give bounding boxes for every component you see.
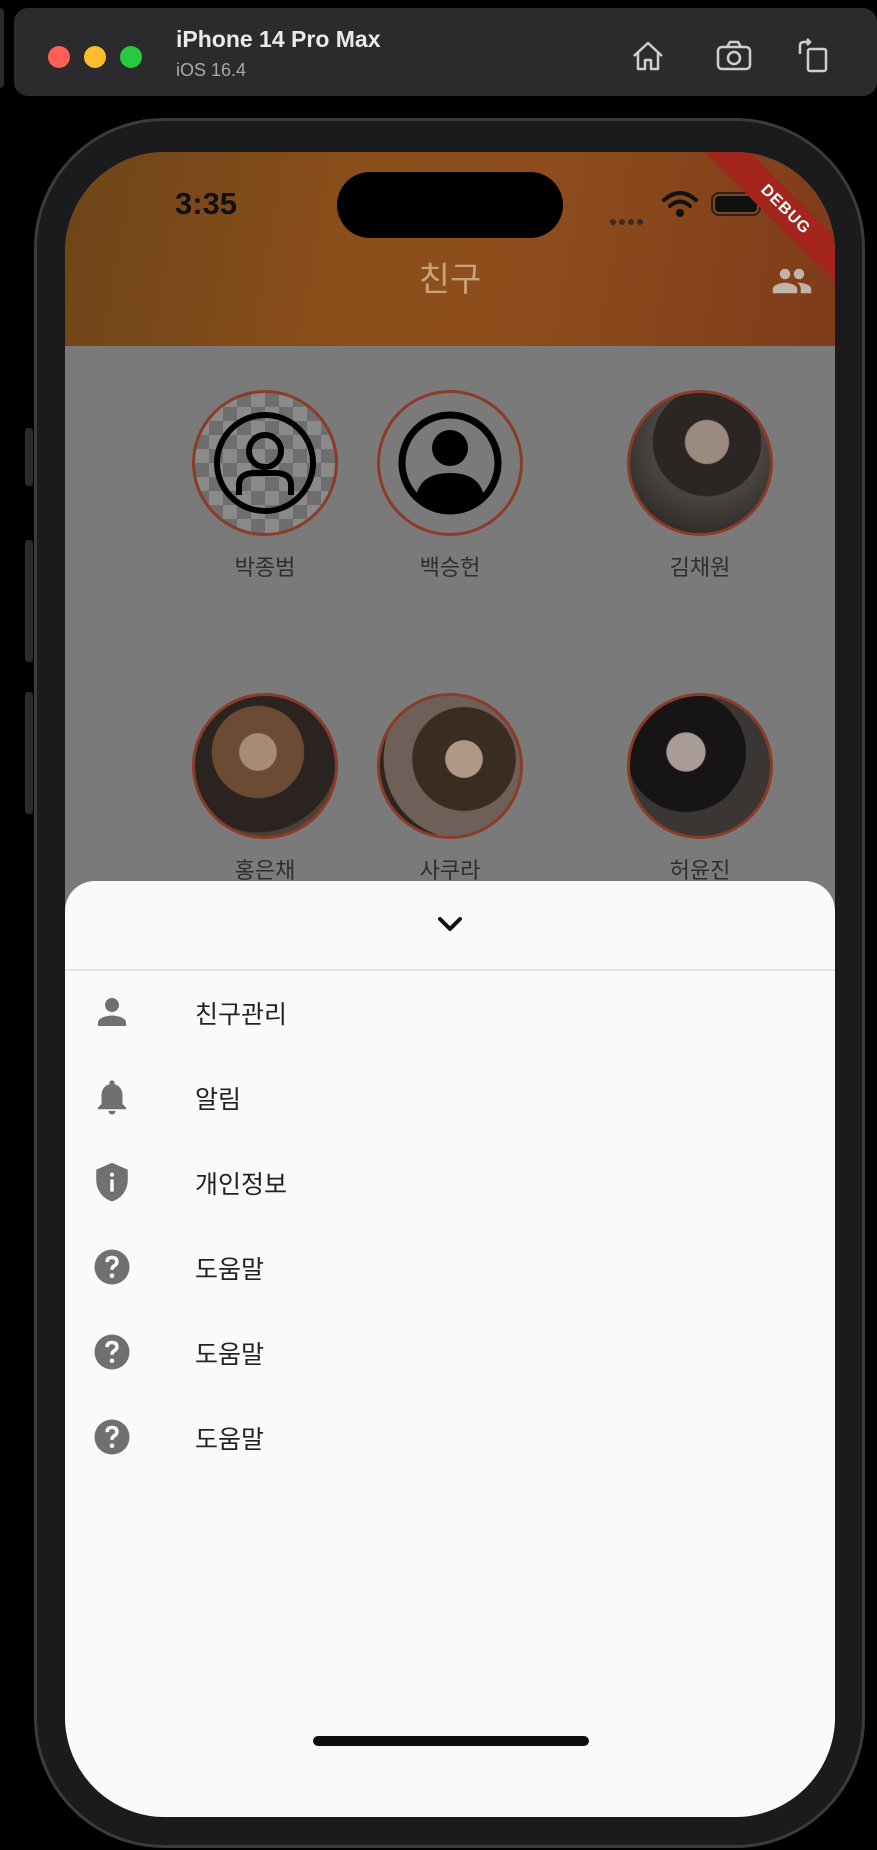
shield-info-icon: [96, 1162, 128, 1202]
person-filled-icon: [398, 411, 502, 515]
friend-item[interactable]: 김채원: [580, 390, 820, 582]
simulator-window-edge: [0, 8, 4, 88]
help-circle-icon: [94, 1249, 130, 1285]
person-outline-icon: [214, 412, 316, 514]
rotate-button[interactable]: [794, 36, 834, 76]
friend-item[interactable]: 허윤진: [580, 693, 820, 885]
avatar-photo: [192, 693, 338, 839]
os-version: iOS 16.4: [176, 60, 247, 80]
avatar-photo: [627, 390, 773, 536]
avatar-photo: [627, 693, 773, 839]
people-icon[interactable]: [771, 260, 813, 302]
status-time: 3:35: [175, 186, 238, 221]
menu-item-privacy[interactable]: 개인정보: [65, 1141, 835, 1221]
home-button[interactable]: [628, 36, 668, 76]
window-maximize-button[interactable]: [120, 46, 142, 68]
menu-item-label: 도움말: [195, 1340, 265, 1369]
help-circle-icon: [94, 1334, 130, 1370]
rotate-icon: [798, 38, 828, 73]
menu-item-label: 도움말: [195, 1425, 265, 1454]
bell-icon: [98, 1080, 126, 1115]
menu-item-label: 알림: [195, 1085, 242, 1114]
window-minimize-button[interactable]: [84, 46, 106, 68]
menu-item-notifications[interactable]: 알림: [65, 1056, 835, 1136]
person-icon: [98, 998, 126, 1026]
friend-name: 김채원: [669, 556, 731, 581]
menu-item-label: 도움말: [195, 1255, 265, 1284]
volume-down-button: [25, 692, 33, 814]
menu-item-help[interactable]: 도움말: [65, 1226, 835, 1306]
screenshot-button[interactable]: [714, 36, 754, 76]
dynamic-island: [337, 172, 563, 238]
cellular-signal-icon: [610, 210, 646, 229]
mute-switch: [25, 428, 33, 486]
friend-name: 백승헌: [419, 556, 481, 581]
avatar: [192, 390, 338, 536]
home-indicator[interactable]: [313, 1736, 589, 1746]
phone-screen: 3:35 DEBUG 친구 박종범 백승헌 김채원 홍은채 사쿠라 허윤진 친구…: [65, 152, 835, 1817]
screenshot-camera-icon: [716, 40, 752, 71]
avatar: [377, 390, 523, 536]
bottom-sheet: 친구관리 알림 개인정보 도움말 도움말 도움말: [65, 881, 835, 1817]
menu-item-help[interactable]: 도움말: [65, 1311, 835, 1391]
friend-item[interactable]: 백승헌: [330, 390, 570, 582]
menu-item-label: 친구관리: [195, 1000, 288, 1029]
menu-item-help[interactable]: 도움말: [65, 1396, 835, 1476]
menu-item-friend-management[interactable]: 친구관리: [65, 971, 835, 1051]
app-header: 3:35 DEBUG 친구: [65, 152, 835, 346]
friend-item[interactable]: 사쿠라: [330, 693, 570, 885]
help-circle-icon: [94, 1419, 130, 1455]
chevron-down-icon[interactable]: [430, 909, 470, 939]
home-icon: [633, 41, 663, 71]
menu-item-label: 개인정보: [195, 1170, 288, 1199]
page-title: 친구: [418, 260, 482, 300]
avatar-photo: [377, 693, 523, 839]
volume-up-button: [25, 540, 33, 662]
window-close-button[interactable]: [48, 46, 70, 68]
simulator-title-bar: iPhone 14 Pro Max iOS 16.4: [14, 8, 877, 96]
wifi-icon: [662, 191, 698, 217]
device-name: iPhone 14 Pro Max: [176, 26, 381, 52]
